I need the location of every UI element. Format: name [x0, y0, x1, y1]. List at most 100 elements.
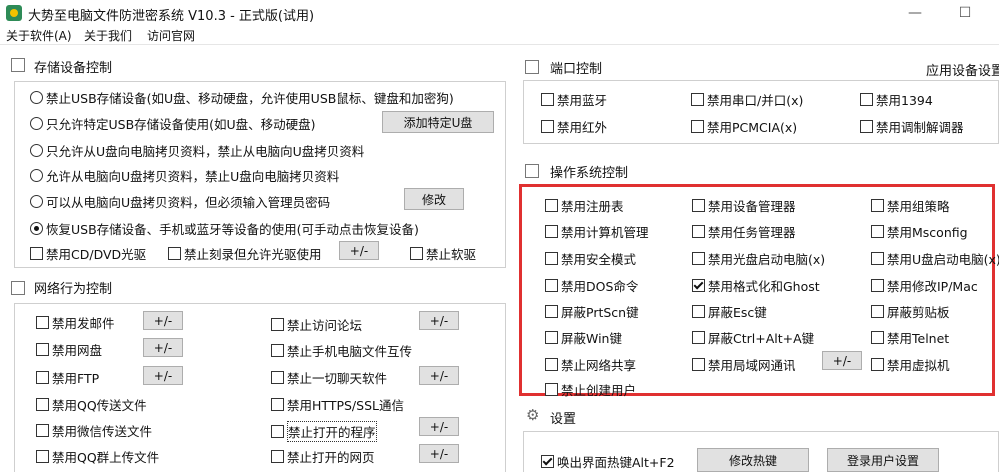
checkbox-box[interactable]	[36, 424, 49, 437]
os-create-user-checkbox[interactable]: 禁止创建用户	[545, 380, 636, 399]
checkbox-box[interactable]	[692, 225, 705, 238]
checkbox-box[interactable]	[545, 383, 558, 396]
os-device-manager-checkbox[interactable]: 禁用设备管理器	[692, 196, 796, 215]
checkbox-box[interactable]	[36, 343, 49, 356]
checkbox-box[interactable]	[545, 252, 558, 265]
os-safe-mode-checkbox[interactable]: 禁用安全模式	[545, 249, 636, 268]
checkbox-box[interactable]	[410, 247, 423, 260]
checkbox-box[interactable]	[860, 120, 873, 133]
storage-radio-2[interactable]: 只允许特定USB存储设备使用(如U盘、移动硬盘)	[30, 114, 316, 133]
app-device-settings-link[interactable]: 应用设备设置	[926, 60, 999, 79]
menu-visit-website[interactable]: 访问官网	[147, 27, 195, 44]
login-user-settings-button[interactable]: 登录用户设置	[827, 448, 939, 472]
checkbox-box[interactable]	[545, 199, 558, 212]
checkbox-box[interactable]	[545, 331, 558, 344]
checkbox-box[interactable]	[36, 371, 49, 384]
port-infrared-checkbox[interactable]: 禁用红外	[541, 117, 607, 136]
net-ftp-checkbox[interactable]: 禁用FTP	[36, 368, 99, 387]
checkbox-box[interactable]	[541, 455, 554, 468]
disable-cd-checkbox[interactable]: 禁用CD/DVD光驱	[30, 244, 146, 263]
os-vm-checkbox[interactable]: 禁用虚拟机	[871, 355, 950, 374]
maximize-button[interactable]: ☐	[955, 4, 975, 22]
checkbox-box[interactable]	[692, 331, 705, 344]
checkbox-box[interactable]	[271, 318, 284, 331]
net-https-checkbox[interactable]: 禁用HTTPS/SSL通信	[271, 395, 404, 414]
checkbox-box[interactable]	[692, 358, 705, 371]
os-registry-checkbox[interactable]: 禁用注册表	[545, 196, 624, 215]
net-disk-checkbox[interactable]: 禁用网盘	[36, 340, 102, 359]
disable-burn-checkbox[interactable]: 禁止刻录但允许光驱使用	[168, 244, 322, 263]
os-prtscn-checkbox[interactable]: 屏蔽PrtScn键	[545, 302, 639, 321]
net-webpage-checkbox[interactable]: 禁止打开的网页	[271, 447, 375, 466]
net-webpage-pm-button[interactable]: +/-	[419, 444, 459, 463]
os-clipboard-checkbox[interactable]: 屏蔽剪贴板	[871, 302, 950, 321]
radio-circle[interactable]	[30, 117, 43, 130]
os-esc-checkbox[interactable]: 屏蔽Esc键	[692, 302, 767, 321]
burn-plus-minus-button[interactable]: +/-	[339, 241, 379, 260]
net-forum-pm-button[interactable]: +/-	[419, 311, 459, 330]
add-specific-usb-button[interactable]: 添加特定U盘	[382, 111, 494, 133]
storage-radio-4[interactable]: 允许从电脑向U盘拷贝资料，禁止U盘向电脑拷贝资料	[30, 166, 339, 185]
net-chat-pm-button[interactable]: +/-	[419, 366, 459, 385]
net-ftp-pm-button[interactable]: +/-	[143, 366, 183, 385]
net-wechat-file-checkbox[interactable]: 禁用微信传送文件	[36, 421, 152, 440]
checkbox-box[interactable]	[692, 279, 705, 292]
checkbox-box[interactable]	[545, 279, 558, 292]
port-bluetooth-checkbox[interactable]: 禁用蓝牙	[541, 90, 607, 109]
storage-radio-3[interactable]: 只允许从U盘向电脑拷贝资料，禁止从电脑向U盘拷贝资料	[30, 141, 364, 160]
checkbox-box[interactable]	[36, 316, 49, 329]
checkbox-box[interactable]	[271, 398, 284, 411]
storage-radio-1[interactable]: 禁止USB存储设备(如U盘、移动硬盘，允许使用USB鼠标、键盘和加密狗)	[30, 88, 454, 107]
radio-circle[interactable]	[30, 144, 43, 157]
checkbox-box[interactable]	[871, 305, 884, 318]
storage-radio-5[interactable]: 可以从电脑向U盘拷贝资料，但必须输入管理员密码	[30, 192, 330, 211]
net-chat-checkbox[interactable]: 禁止一切聊天软件	[271, 368, 387, 387]
os-group-policy-checkbox[interactable]: 禁用组策略	[871, 196, 950, 215]
os-usb-boot-checkbox[interactable]: 禁用U盘启动电脑(x)	[871, 249, 999, 268]
checkbox-box[interactable]	[545, 358, 558, 371]
os-msconfig-checkbox[interactable]: 禁用Msconfig	[871, 222, 968, 241]
checkbox-box[interactable]	[692, 252, 705, 265]
port-1394-checkbox[interactable]: 禁用1394	[860, 90, 933, 109]
net-qq-group-checkbox[interactable]: 禁用QQ群上传文件	[36, 447, 159, 466]
net-email-pm-button[interactable]: +/-	[143, 311, 183, 330]
net-email-checkbox[interactable]: 禁用发邮件	[36, 313, 115, 332]
checkbox-box[interactable]	[271, 425, 284, 438]
checkbox-box[interactable]	[871, 199, 884, 212]
checkbox-box[interactable]	[871, 225, 884, 238]
menu-about-software[interactable]: 关于软件(A)	[6, 27, 72, 44]
checkbox-box[interactable]	[692, 305, 705, 318]
checkbox-box[interactable]	[541, 120, 554, 133]
os-lan-pm-button[interactable]: +/-	[822, 351, 862, 370]
net-program-pm-button[interactable]: +/-	[419, 417, 459, 436]
radio-circle[interactable]	[30, 169, 43, 182]
checkbox-box[interactable]	[691, 93, 704, 106]
net-qq-file-checkbox[interactable]: 禁用QQ传送文件	[36, 395, 147, 414]
os-lan-checkbox[interactable]: 禁用局域网通讯	[692, 355, 796, 374]
radio-circle[interactable]	[30, 91, 43, 104]
net-disk-pm-button[interactable]: +/-	[143, 338, 183, 357]
net-forum-checkbox[interactable]: 禁止访问论坛	[271, 315, 362, 334]
port-serial-checkbox[interactable]: 禁用串口/并口(x)	[691, 90, 803, 109]
os-format-ghost-checkbox[interactable]: 禁用格式化和Ghost	[692, 276, 820, 295]
radio-circle[interactable]	[30, 222, 43, 235]
minimize-button[interactable]: —	[905, 4, 925, 22]
checkbox-box[interactable]	[271, 344, 284, 357]
os-network-share-checkbox[interactable]: 禁止网络共享	[545, 355, 636, 374]
port-modem-checkbox[interactable]: 禁用调制解调器	[860, 117, 964, 136]
checkbox-box[interactable]	[168, 247, 181, 260]
menu-about-us[interactable]: 关于我们	[84, 27, 132, 44]
os-task-manager-checkbox[interactable]: 禁用任务管理器	[692, 222, 796, 241]
checkbox-box[interactable]	[271, 450, 284, 463]
disable-floppy-checkbox[interactable]: 禁止软驱	[410, 244, 476, 263]
checkbox-box[interactable]	[36, 450, 49, 463]
checkbox-box[interactable]	[871, 358, 884, 371]
checkbox-box[interactable]	[545, 305, 558, 318]
modify-password-button[interactable]: 修改	[404, 188, 464, 210]
hotkey-checkbox[interactable]: 唤出界面热键Alt+F2	[541, 452, 675, 471]
net-phone-transfer-checkbox[interactable]: 禁止手机电脑文件互传	[271, 341, 412, 360]
os-telnet-checkbox[interactable]: 禁用Telnet	[871, 328, 949, 347]
checkbox-box[interactable]	[541, 93, 554, 106]
checkbox-box[interactable]	[871, 279, 884, 292]
radio-circle[interactable]	[30, 195, 43, 208]
